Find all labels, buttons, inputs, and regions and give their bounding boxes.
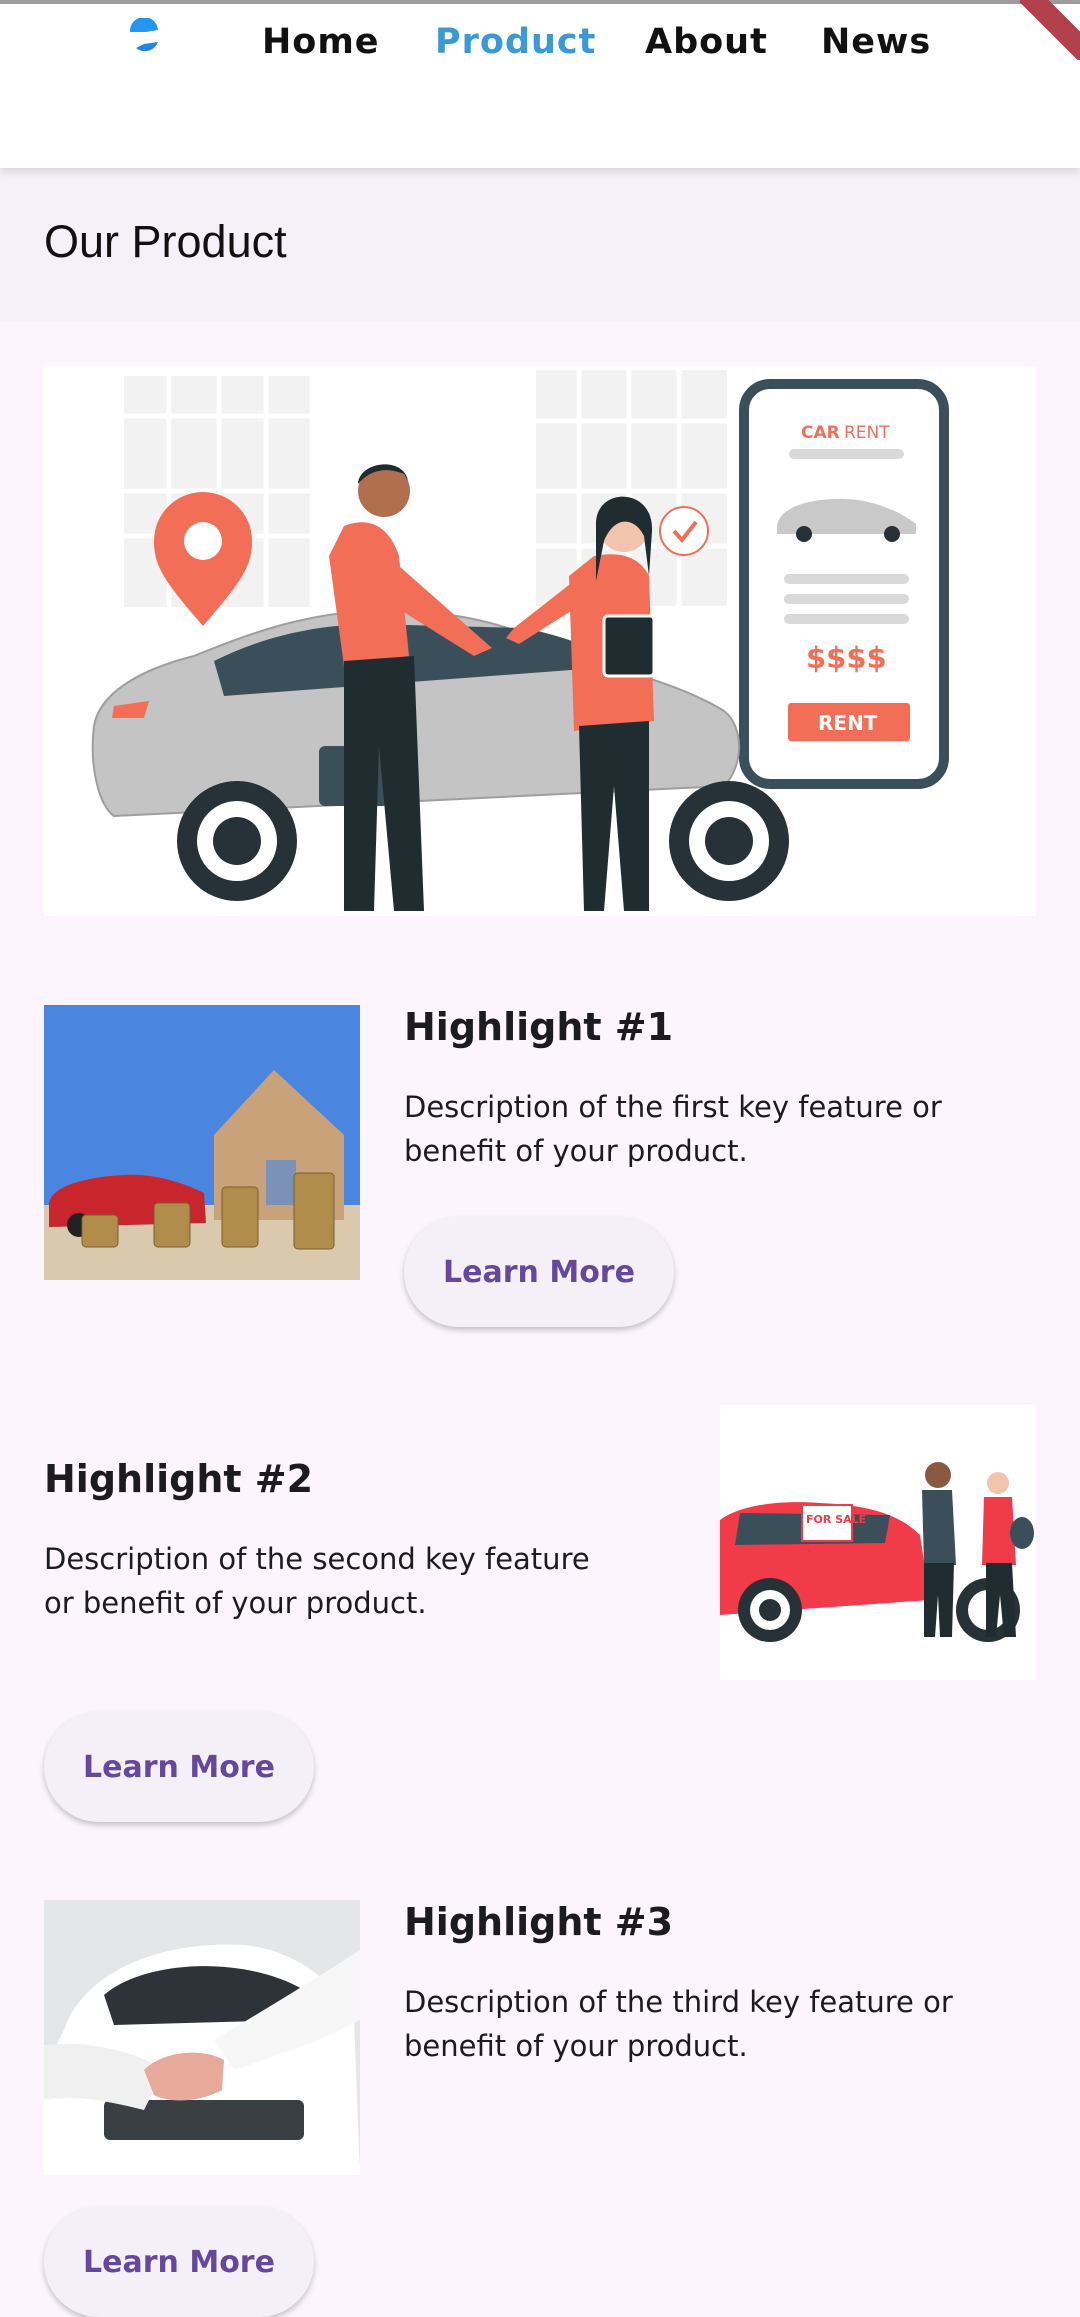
nav-home[interactable]: Home bbox=[262, 22, 380, 62]
phone-price: $$$$ bbox=[806, 641, 887, 675]
nav-news[interactable]: News bbox=[821, 22, 931, 62]
phone-rent-button: RENT bbox=[818, 711, 878, 735]
debug-banner bbox=[1020, 0, 1080, 60]
highlight-2-description: Description of the second key feature or… bbox=[44, 1542, 590, 1620]
phone-header-rest: RENT bbox=[844, 423, 890, 443]
highlight-3-description: Description of the third key feature or … bbox=[404, 1985, 953, 2063]
highlight-1-learn-more-button[interactable]: Learn More bbox=[404, 1217, 674, 1327]
highlight-1-title: Highlight #1 bbox=[404, 1005, 674, 1049]
page-title: Our Product bbox=[44, 216, 287, 267]
handshake-car-photo bbox=[44, 1900, 360, 2175]
highlight-1-description: Description of the first key feature or … bbox=[404, 1090, 942, 1168]
highlight-2-learn-more-button[interactable]: Learn More bbox=[44, 1712, 314, 1822]
car-for-sale-illustration: FOR SALE bbox=[720, 1405, 1036, 1680]
title-section: Our Product bbox=[0, 168, 1080, 322]
car-rental-illustration: CAR RENT $$$$ RENT bbox=[91, 366, 949, 911]
highlight-3-title: Highlight #3 bbox=[404, 1900, 674, 1944]
car-coins-house-photo bbox=[44, 1005, 360, 1280]
highlight-3-learn-more-button[interactable]: Learn More bbox=[44, 2207, 314, 2317]
highlight-2-image: FOR SALE bbox=[720, 1405, 1036, 1680]
highlight-2-title: Highlight #2 bbox=[44, 1457, 314, 1501]
nav-about[interactable]: About bbox=[645, 22, 768, 62]
highlight-1-image bbox=[44, 1005, 360, 1280]
logo-icon bbox=[129, 18, 158, 52]
navbar: Home Product About News bbox=[0, 4, 1080, 168]
phone-header-bold: CAR bbox=[801, 423, 840, 443]
for-sale-sign-text: FOR SALE bbox=[806, 1513, 866, 1526]
nav-product[interactable]: Product bbox=[435, 22, 596, 62]
hero-illustration: CAR RENT $$$$ RENT bbox=[44, 366, 1036, 916]
highlight-3-image bbox=[44, 1900, 360, 2175]
